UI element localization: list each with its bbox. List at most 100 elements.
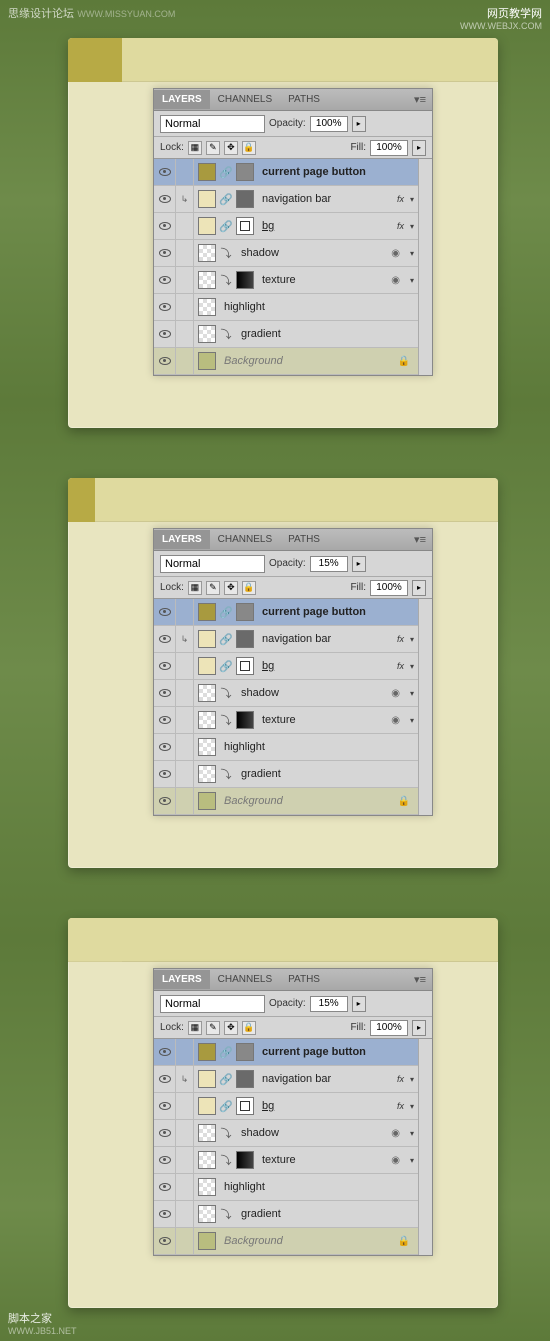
opacity-flyout-icon[interactable]: ▸ [352,996,366,1012]
visibility-toggle[interactable] [154,240,176,266]
collapse-icon[interactable]: ▾ [406,689,418,698]
panel-menu-icon[interactable]: ▾≡ [408,969,432,990]
mask-thumb[interactable] [236,1070,254,1088]
layer-thumb[interactable] [198,298,216,316]
visibility-eye-icon[interactable] [159,249,171,257]
visibility-toggle[interactable] [154,294,176,320]
layer-thumb[interactable] [198,738,216,756]
collapse-icon[interactable]: ▾ [406,249,418,258]
mask-thumb[interactable] [236,603,254,621]
layer-name[interactable]: gradient [237,768,418,780]
lock-position-icon[interactable]: ✥ [224,141,238,155]
layer-name[interactable]: highlight [220,301,418,313]
advanced-blend-icon[interactable]: ◉ [391,1128,406,1139]
layer-thumb[interactable] [198,1043,216,1061]
collapse-icon[interactable]: ▾ [406,1102,418,1111]
layer-thumb[interactable] [198,244,216,262]
visibility-toggle[interactable] [154,788,176,814]
visibility-eye-icon[interactable] [159,797,171,805]
layer-name[interactable]: highlight [220,1181,418,1193]
layer-name[interactable]: gradient [237,328,418,340]
layer-thumb[interactable] [198,163,216,181]
visibility-toggle[interactable] [154,1201,176,1227]
layer-row[interactable]: ⤵ shadow ◉▾ [154,240,418,267]
layer-row[interactable]: ⤵ shadow ◉▾ [154,680,418,707]
visibility-toggle[interactable] [154,734,176,760]
visibility-toggle[interactable] [154,707,176,733]
visibility-eye-icon[interactable] [159,1183,171,1191]
layer-row[interactable]: 🔗 bg fx▾ [154,1093,418,1120]
layer-row[interactable]: highlight [154,1174,418,1201]
layer-name[interactable]: current page button [258,166,418,178]
layer-name[interactable]: Background [220,795,398,807]
layer-row[interactable]: ⤵ gradient [154,1201,418,1228]
blend-mode-dropdown[interactable]: Normal [160,555,265,573]
layer-name[interactable]: texture [258,274,391,286]
layer-thumb[interactable] [198,792,216,810]
visibility-toggle[interactable] [154,348,176,374]
visibility-eye-icon[interactable] [159,1210,171,1218]
layer-name[interactable]: bg [258,1100,397,1112]
collapse-icon[interactable]: ▾ [406,195,418,204]
layer-thumb[interactable] [198,684,216,702]
layer-row[interactable]: Background 🔒 [154,348,418,375]
collapse-icon[interactable]: ▾ [406,1156,418,1165]
panel-menu-icon[interactable]: ▾≡ [408,529,432,550]
visibility-eye-icon[interactable] [159,276,171,284]
layer-name[interactable]: navigation bar [258,633,397,645]
layer-name[interactable]: shadow [237,1127,391,1139]
layer-row[interactable]: highlight [154,294,418,321]
blend-mode-dropdown[interactable]: Normal [160,995,265,1013]
visibility-toggle[interactable] [154,1228,176,1254]
layer-name[interactable]: bg [258,220,397,232]
visibility-toggle[interactable] [154,599,176,625]
mask-thumb[interactable] [236,630,254,648]
fx-badge[interactable]: fx [397,194,406,204]
fill-input[interactable]: 100% [370,140,408,156]
visibility-toggle[interactable] [154,1120,176,1146]
panel-menu-icon[interactable]: ▾≡ [408,89,432,110]
lock-position-icon[interactable]: ✥ [224,1021,238,1035]
layer-name[interactable]: highlight [220,741,418,753]
visibility-toggle[interactable] [154,1093,176,1119]
layer-thumb[interactable] [198,1070,216,1088]
opacity-input[interactable]: 100% [310,116,348,132]
visibility-toggle[interactable] [154,1039,176,1065]
collapse-icon[interactable]: ▾ [406,1075,418,1084]
layer-name[interactable]: Background [220,1235,398,1247]
mask-thumb[interactable] [236,271,254,289]
visibility-toggle[interactable] [154,213,176,239]
tab-paths[interactable]: PATHS [280,970,328,989]
tab-channels[interactable]: CHANNELS [210,90,280,109]
layer-name[interactable]: current page button [258,1046,418,1058]
layer-row[interactable]: ⤵ texture ◉▾ [154,1147,418,1174]
fx-badge[interactable]: fx [397,634,406,644]
visibility-eye-icon[interactable] [159,1048,171,1056]
layer-thumb[interactable] [198,271,216,289]
visibility-eye-icon[interactable] [159,689,171,697]
mask-thumb[interactable] [236,657,254,675]
fill-input[interactable]: 100% [370,580,408,596]
layer-row[interactable]: ↳ 🔗 navigation bar fx▾ [154,1066,418,1093]
mask-thumb[interactable] [236,1151,254,1169]
visibility-toggle[interactable] [154,321,176,347]
layer-thumb[interactable] [198,1124,216,1142]
layer-thumb[interactable] [198,630,216,648]
fx-badge[interactable]: fx [397,1101,406,1111]
visibility-toggle[interactable] [154,1147,176,1173]
mask-thumb[interactable] [236,1043,254,1061]
visibility-toggle[interactable] [154,267,176,293]
opacity-input[interactable]: 15% [310,556,348,572]
visibility-eye-icon[interactable] [159,195,171,203]
layer-thumb[interactable] [198,352,216,370]
layer-thumb[interactable] [198,217,216,235]
mask-thumb[interactable] [236,217,254,235]
lock-pixels-icon[interactable]: ✎ [206,141,220,155]
layer-name[interactable]: bg [258,660,397,672]
blend-mode-dropdown[interactable]: Normal [160,115,265,133]
collapse-icon[interactable]: ▾ [406,716,418,725]
visibility-toggle[interactable] [154,680,176,706]
layer-row[interactable]: 🔗 bg fx▾ [154,653,418,680]
advanced-blend-icon[interactable]: ◉ [391,715,406,726]
visibility-toggle[interactable] [154,1066,176,1092]
